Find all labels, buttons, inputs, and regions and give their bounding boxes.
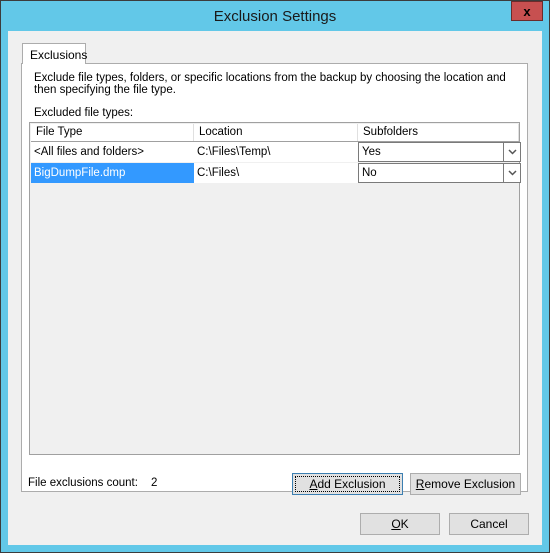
- title-bar[interactable]: Exclusion Settings x: [1, 1, 549, 31]
- label-rest: K: [400, 517, 409, 531]
- dialog-client-area: Exclusions Exclude file types, folders, …: [8, 31, 542, 545]
- tab-exclusions[interactable]: Exclusions: [22, 43, 87, 64]
- remove-exclusion-button[interactable]: Remove Exclusion: [410, 473, 521, 495]
- grid-header: File Type Location Subfolders: [31, 124, 519, 142]
- column-header-subfolders[interactable]: Subfolders: [358, 124, 519, 141]
- add-exclusion-button[interactable]: Add Exclusion: [292, 473, 403, 495]
- exclusions-count-value: 2: [151, 477, 158, 489]
- description-text: Exclude file types, folders, or specific…: [34, 72, 506, 96]
- exclusion-settings-window: Exclusion Settings x Exclusions Exclude …: [0, 0, 550, 553]
- ok-button[interactable]: OK: [360, 513, 440, 535]
- cell-location[interactable]: C:\Files\Temp\: [194, 142, 358, 162]
- exclusions-grid[interactable]: File Type Location Subfolders <All files…: [29, 122, 521, 455]
- label-rest: emove Exclusion: [424, 477, 516, 491]
- cell-file-type[interactable]: BigDumpFile.dmp: [31, 163, 194, 183]
- excluded-file-types-label: Excluded file types:: [34, 107, 134, 119]
- column-header-location[interactable]: Location: [194, 124, 358, 141]
- cancel-button[interactable]: Cancel: [449, 513, 529, 535]
- chevron-down-icon[interactable]: [503, 164, 520, 182]
- close-icon: x: [523, 3, 531, 19]
- mnemonic: O: [391, 517, 401, 531]
- ok-label: OK: [391, 517, 408, 531]
- subfolders-dropdown[interactable]: No: [358, 163, 521, 183]
- close-button[interactable]: x: [511, 1, 543, 21]
- table-row[interactable]: <All files and folders> C:\Files\Temp\ Y…: [31, 142, 521, 162]
- subfolders-value: Yes: [362, 146, 381, 158]
- remove-exclusion-label: Remove Exclusion: [416, 477, 515, 491]
- cell-location[interactable]: C:\Files\: [194, 163, 358, 183]
- exclusions-count-label: File exclusions count:: [28, 477, 138, 489]
- subfolders-value: No: [362, 167, 377, 179]
- chevron-down-icon[interactable]: [503, 143, 520, 161]
- column-header-file-type[interactable]: File Type: [31, 124, 194, 141]
- table-row[interactable]: BigDumpFile.dmp C:\Files\ No: [31, 163, 521, 183]
- focus-rectangle: [295, 476, 400, 492]
- cell-file-type[interactable]: <All files and folders>: [31, 142, 194, 162]
- subfolders-dropdown[interactable]: Yes: [358, 142, 521, 162]
- window-title: Exclusion Settings: [213, 8, 337, 25]
- exclusions-tab-panel: Exclude file types, folders, or specific…: [21, 63, 528, 495]
